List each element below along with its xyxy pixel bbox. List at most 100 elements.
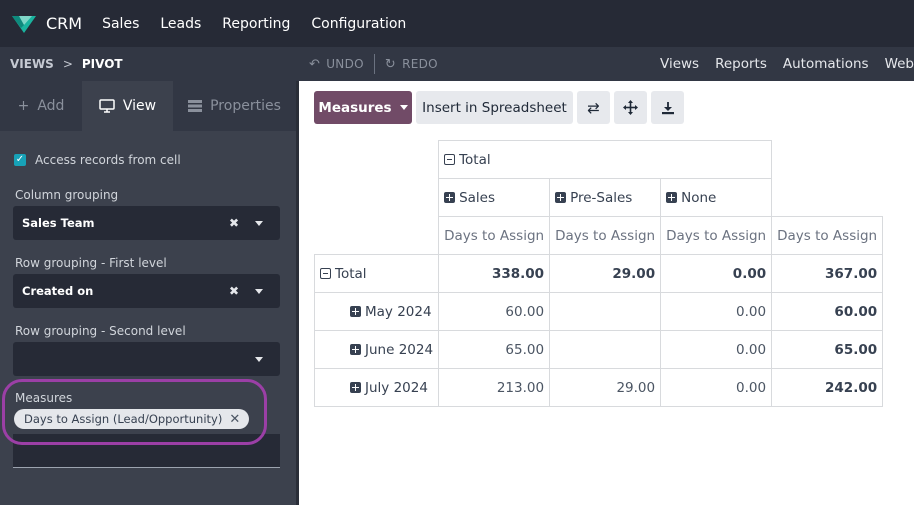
tab-view-label: View bbox=[122, 98, 157, 114]
row-label: Total bbox=[335, 265, 367, 282]
access-records-checkbox[interactable]: ✓ bbox=[14, 154, 26, 166]
app-name[interactable]: CRM bbox=[46, 14, 82, 33]
table-row: June 2024 65.00 0.00 65.00 bbox=[313, 330, 884, 369]
pivot-corner bbox=[315, 141, 439, 179]
row-first-select[interactable]: Created on ✖ bbox=[13, 274, 280, 308]
pivot-col-header-total[interactable]: Total bbox=[438, 140, 773, 179]
crm-logo-icon[interactable] bbox=[10, 13, 38, 35]
pivot-cell[interactable] bbox=[549, 292, 662, 331]
exchange-icon: ⇄ bbox=[587, 98, 600, 117]
pivot-cell[interactable]: 65.00 bbox=[438, 330, 551, 369]
pivot-cell[interactable]: 60.00 bbox=[771, 292, 884, 331]
menu-web[interactable]: Web bbox=[885, 56, 914, 72]
measure-header[interactable]: Days to Assign bbox=[549, 216, 662, 255]
access-records-row: ✓ Access records from cell bbox=[14, 153, 181, 167]
menu-reports[interactable]: Reports bbox=[715, 56, 767, 72]
nav-reporting[interactable]: Reporting bbox=[222, 16, 290, 32]
row-label: May 2024 bbox=[365, 303, 432, 320]
nav-sales[interactable]: Sales bbox=[102, 16, 139, 32]
expand-icon bbox=[444, 191, 456, 203]
undo-icon: ↶ bbox=[309, 56, 321, 72]
pivot-row-header[interactable]: July 2024 bbox=[313, 368, 440, 407]
header-label: Sales bbox=[459, 189, 495, 206]
expand-icon bbox=[350, 381, 361, 393]
table-row: May 2024 60.00 0.00 60.00 bbox=[313, 292, 884, 331]
pivot-col-header-none[interactable]: None bbox=[660, 178, 773, 217]
pivot-row-header-total[interactable]: Total bbox=[313, 254, 440, 293]
pivot-cell[interactable]: 65.00 bbox=[771, 330, 884, 369]
row-second-label: Row grouping - Second level bbox=[15, 324, 186, 338]
access-records-label: Access records from cell bbox=[35, 153, 181, 167]
pivot-cell[interactable]: 213.00 bbox=[438, 368, 551, 407]
divider bbox=[373, 54, 375, 74]
chevron-down-icon[interactable] bbox=[255, 356, 263, 362]
download-icon bbox=[661, 101, 674, 114]
pivot-cell[interactable]: 29.00 bbox=[549, 254, 662, 293]
tab-add[interactable]: + Add bbox=[0, 81, 82, 131]
pivot-row-header[interactable]: May 2024 bbox=[313, 292, 440, 331]
redo-label: REDO bbox=[402, 57, 438, 71]
nav-leads[interactable]: Leads bbox=[160, 16, 201, 32]
chevron-down-icon[interactable] bbox=[255, 220, 263, 226]
row-first-label: Row grouping - First level bbox=[15, 256, 167, 270]
menu-views[interactable]: Views bbox=[660, 56, 699, 72]
expand-all-button[interactable] bbox=[614, 91, 647, 124]
studio-menu: Views Reports Automations Web bbox=[644, 56, 914, 72]
column-grouping-value: Sales Team bbox=[22, 216, 95, 230]
download-button[interactable] bbox=[651, 91, 684, 124]
header-label: None bbox=[681, 189, 717, 206]
row-second-select[interactable] bbox=[13, 342, 280, 376]
breadcrumb-views[interactable]: VIEWS bbox=[10, 57, 54, 71]
flip-axis-button[interactable]: ⇄ bbox=[577, 91, 610, 124]
arrows-move-icon bbox=[623, 100, 638, 115]
tab-view[interactable]: View bbox=[82, 81, 173, 131]
chevron-down-icon[interactable] bbox=[255, 288, 263, 294]
insert-spreadsheet-button[interactable]: Insert in Spreadsheet bbox=[416, 91, 573, 124]
measures-button[interactable]: Measures bbox=[314, 91, 412, 124]
plus-icon: + bbox=[17, 98, 30, 114]
empty-cell bbox=[315, 179, 439, 217]
pivot-row-header[interactable]: June 2024 bbox=[313, 330, 440, 369]
pivot-col-header-sales[interactable]: Sales bbox=[438, 178, 551, 217]
measure-header[interactable]: Days to Assign bbox=[660, 216, 773, 255]
column-grouping-label: Column grouping bbox=[15, 188, 119, 202]
empty-cell bbox=[315, 217, 439, 255]
undo-button[interactable]: ↶ UNDO bbox=[309, 57, 364, 72]
panel-divider bbox=[296, 81, 299, 505]
monitor-icon bbox=[99, 99, 115, 113]
pivot-table: Total Sales Pre-Sales None Days to Assig… bbox=[313, 140, 884, 407]
pivot-cell[interactable] bbox=[549, 330, 662, 369]
pivot-cell[interactable]: 338.00 bbox=[438, 254, 551, 293]
expand-icon bbox=[666, 191, 678, 203]
measure-header[interactable]: Days to Assign bbox=[438, 216, 551, 255]
breadcrumb: VIEWS > PIVOT bbox=[0, 57, 297, 71]
side-panel: + Add View Properties ✓ Access records f… bbox=[0, 81, 296, 505]
pivot-cell[interactable]: 367.00 bbox=[771, 254, 884, 293]
expand-icon bbox=[350, 305, 361, 317]
tab-properties[interactable]: Properties bbox=[173, 81, 296, 131]
measure-header[interactable]: Days to Assign bbox=[771, 216, 884, 255]
clear-icon[interactable]: ✖ bbox=[229, 284, 239, 298]
pivot-col-header-presales[interactable]: Pre-Sales bbox=[549, 178, 662, 217]
pivot-cell[interactable]: 0.00 bbox=[660, 330, 773, 369]
pivot-cell[interactable]: 0.00 bbox=[660, 368, 773, 407]
clear-icon[interactable]: ✖ bbox=[229, 216, 239, 230]
insert-spreadsheet-label: Insert in Spreadsheet bbox=[422, 99, 567, 116]
collapse-icon bbox=[444, 153, 456, 165]
empty-cell bbox=[772, 179, 883, 217]
pivot-cell[interactable]: 60.00 bbox=[438, 292, 551, 331]
pivot-cell[interactable]: 0.00 bbox=[660, 292, 773, 331]
list-icon bbox=[188, 100, 203, 112]
breadcrumb-separator: > bbox=[62, 57, 73, 71]
pivot-cell[interactable]: 242.00 bbox=[771, 368, 884, 407]
pivot-cell[interactable]: 0.00 bbox=[660, 254, 773, 293]
pivot-toolbar: Measures Insert in Spreadsheet ⇄ bbox=[314, 91, 688, 124]
row-first-value: Created on bbox=[22, 284, 94, 298]
menu-automations[interactable]: Automations bbox=[783, 56, 869, 72]
nav-configuration[interactable]: Configuration bbox=[311, 16, 406, 32]
pivot-cell[interactable]: 29.00 bbox=[549, 368, 662, 407]
redo-button[interactable]: ↻ REDO bbox=[385, 57, 438, 72]
breadcrumb-pivot: PIVOT bbox=[81, 57, 123, 71]
expand-icon bbox=[555, 191, 567, 203]
column-grouping-select[interactable]: Sales Team ✖ bbox=[13, 206, 280, 240]
